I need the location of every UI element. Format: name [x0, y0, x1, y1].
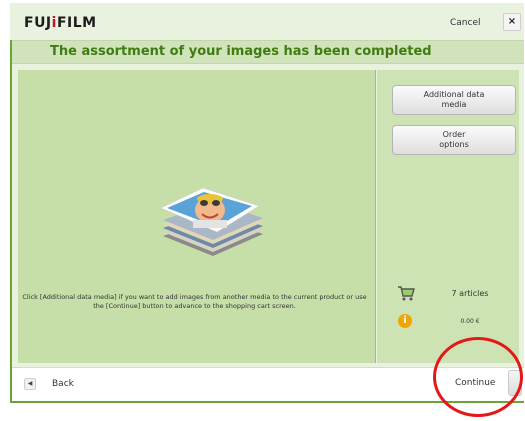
cancel-link[interactable]: Cancel	[450, 18, 481, 28]
fujifilm-logo: FUJiFILM	[24, 15, 97, 31]
back-arrow-icon[interactable]: ◀	[24, 378, 36, 390]
additional-data-label-2: media	[441, 100, 467, 109]
title-bar: The assortment of your images has been c…	[10, 40, 524, 64]
shopping-cart-icon	[397, 285, 415, 301]
additional-data-media-button[interactable]: Additional data media	[392, 85, 516, 115]
page-title: The assortment of your images has been c…	[50, 44, 432, 59]
instructions-text: Click [Additional data media] if you wan…	[22, 293, 367, 310]
total-amount: 0.00 €	[460, 318, 480, 325]
additional-data-label-1: Additional data	[423, 90, 485, 99]
articles-count: 7 articles	[451, 289, 489, 298]
main-panel	[18, 70, 376, 363]
photo-stack-image	[155, 184, 267, 274]
left-accent-rule	[10, 40, 12, 402]
app-window: FUJiFILM Cancel × The assortment of your…	[0, 0, 525, 421]
order-options-label-2: options	[439, 140, 469, 149]
order-options-label-1: Order	[442, 130, 466, 139]
info-icon[interactable]: i	[398, 314, 412, 328]
close-icon[interactable]: ×	[503, 13, 521, 31]
back-button[interactable]: Back	[52, 379, 74, 389]
annotation-circle	[433, 337, 523, 417]
order-options-button[interactable]: Order options	[392, 125, 516, 155]
